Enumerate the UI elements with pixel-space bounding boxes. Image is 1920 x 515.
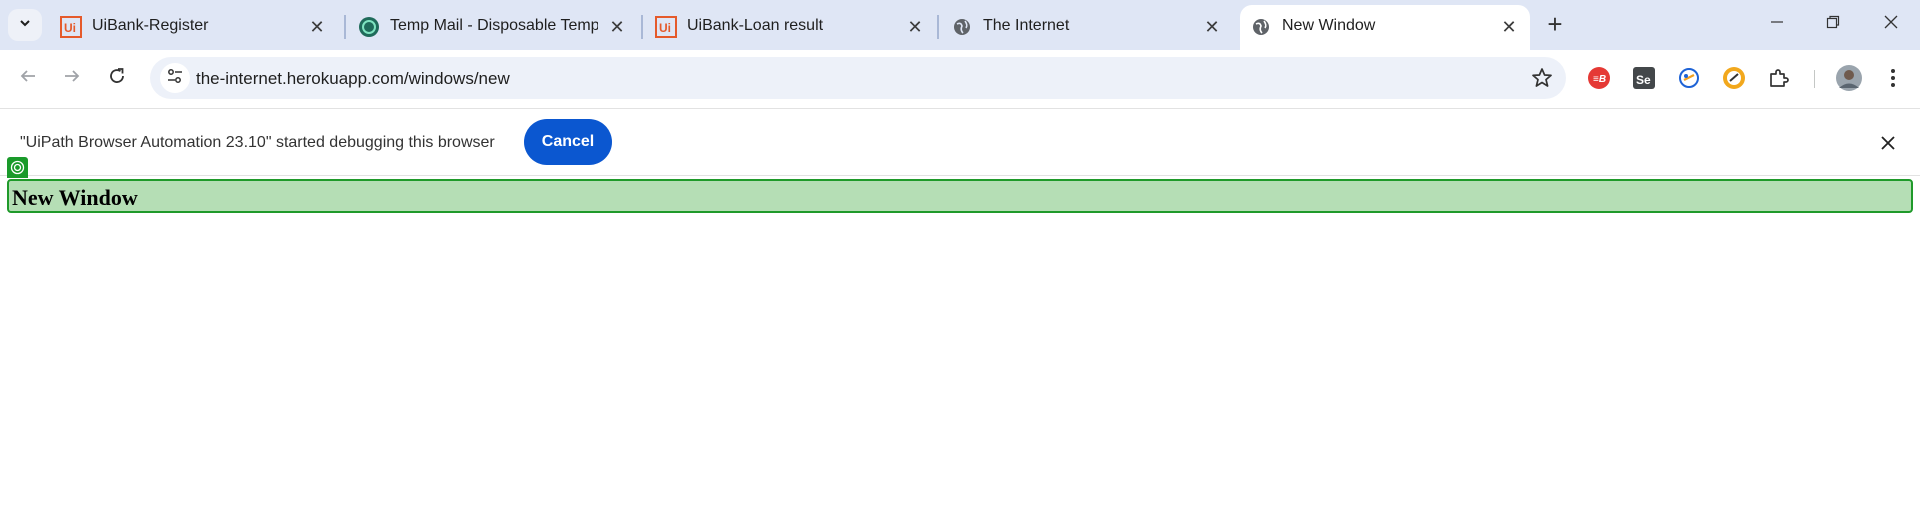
close-icon[interactable]: ✕	[606, 16, 628, 38]
selenium-ide-icon[interactable]: Se	[1631, 65, 1657, 91]
svg-text:Ui: Ui	[64, 21, 76, 35]
tab-title: Temp Mail - Disposable Tempor	[390, 17, 598, 34]
restore-icon	[1826, 15, 1840, 34]
menu-kebab-icon[interactable]	[1880, 65, 1906, 91]
target-icon	[7, 157, 28, 178]
tab-title: The Internet	[983, 17, 1070, 34]
close-icon[interactable]: ✕	[1201, 16, 1223, 38]
uipath-icon: Ui	[60, 16, 82, 38]
page-title: New Window	[12, 185, 138, 210]
avatar[interactable]	[1834, 63, 1864, 93]
tab-new-window[interactable]: New Window ✕	[1240, 5, 1530, 50]
minimize-button[interactable]	[1756, 8, 1798, 40]
reload-icon	[108, 67, 126, 90]
infobar-message: "UiPath Browser Automation 23.10" starte…	[20, 134, 495, 151]
url-text[interactable]: the-internet.herokuapp.com/windows/new	[196, 69, 510, 89]
reload-button[interactable]	[101, 62, 133, 94]
tempmail-icon	[358, 16, 380, 38]
close-icon[interactable]: ✕	[306, 16, 328, 38]
close-window-button[interactable]	[1870, 8, 1912, 40]
back-button[interactable]	[12, 62, 44, 94]
page-content: New Window	[0, 157, 1920, 515]
arrow-right-icon	[63, 67, 81, 90]
tab-uibank-loan-result[interactable]: Ui UiBank-Loan result ✕	[643, 5, 933, 50]
minimize-icon	[1770, 15, 1784, 34]
site-info-button[interactable]	[160, 63, 190, 93]
svg-text:≡B: ≡B	[1593, 74, 1606, 85]
close-icon[interactable]: ✕	[1498, 16, 1520, 38]
tab-the-internet[interactable]: The Internet ✕	[939, 5, 1229, 50]
tab-search-button[interactable]	[8, 9, 42, 41]
forward-button[interactable]	[56, 62, 88, 94]
cancel-button[interactable]: Cancel	[524, 119, 612, 165]
tab-strip: Ui UiBank-Register ✕ Temp Mail - Disposa…	[0, 0, 1920, 50]
debugging-infobar: "UiPath Browser Automation 23.10" starte…	[0, 108, 1920, 176]
globe-icon	[951, 16, 973, 38]
close-icon[interactable]: ✕	[904, 16, 926, 38]
tab-title: UiBank-Register	[92, 17, 209, 34]
close-icon	[1883, 14, 1899, 35]
globe-icon	[1250, 16, 1272, 38]
tab-title: New Window	[1282, 17, 1376, 34]
arrow-left-icon	[19, 67, 37, 90]
address-bar[interactable]: the-internet.herokuapp.com/windows/new	[150, 57, 1566, 99]
element-highlight: New Window	[7, 179, 1913, 213]
extension-red-icon[interactable]: ≡B	[1586, 65, 1612, 91]
chevron-down-icon	[18, 16, 32, 35]
uipath-icon: Ui	[655, 16, 677, 38]
tune-icon	[166, 67, 184, 90]
restore-button[interactable]	[1812, 8, 1854, 40]
tab-uibank-register[interactable]: Ui UiBank-Register ✕	[48, 5, 338, 50]
browser-toolbar: the-internet.herokuapp.com/windows/new ≡…	[0, 50, 1920, 108]
bookmark-star-icon[interactable]	[1530, 66, 1554, 90]
close-icon[interactable]	[1876, 131, 1900, 155]
extension-orange-icon[interactable]	[1721, 65, 1747, 91]
extensions-puzzle-icon[interactable]	[1766, 65, 1792, 91]
svg-text:Se: Se	[1636, 73, 1651, 87]
tab-title: UiBank-Loan result	[687, 17, 824, 34]
svg-text:Ui: Ui	[659, 21, 671, 35]
new-tab-button[interactable]: +	[1540, 11, 1570, 38]
toolbar-divider	[1814, 70, 1815, 88]
tab-temp-mail[interactable]: Temp Mail - Disposable Tempor ✕	[346, 5, 636, 50]
extension-blue-icon[interactable]	[1676, 65, 1702, 91]
